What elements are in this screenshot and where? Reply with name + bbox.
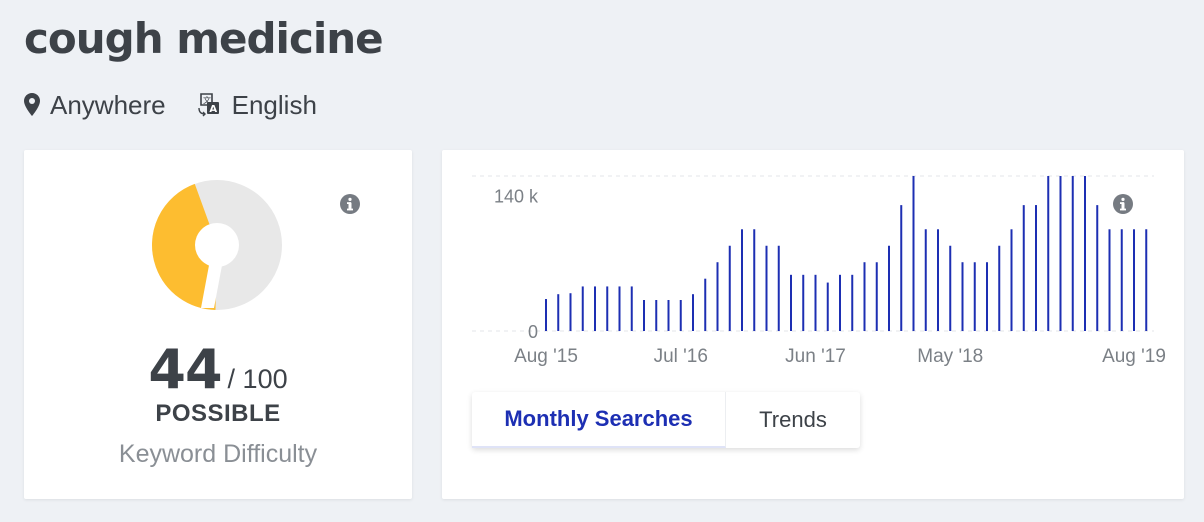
keyword-overview: cough medicine Anywhere 文 A English 44 /… (0, 0, 1204, 522)
x-tick-label: May '18 (917, 346, 983, 367)
translate-icon: 文 A (196, 92, 222, 118)
y-tick-label: 0 (528, 322, 538, 342)
svg-text:A: A (209, 104, 217, 115)
language-filter[interactable]: 文 A English (196, 90, 317, 121)
difficulty-score-max: / 100 (227, 364, 288, 394)
location-filter[interactable]: Anywhere (24, 90, 166, 121)
location-label: Anywhere (50, 89, 166, 120)
y-tick-label: 140 k (494, 186, 539, 206)
x-tick-label: Aug '15 (514, 346, 578, 367)
difficulty-donut (152, 180, 282, 310)
keyword-title: cough medicine (24, 14, 384, 63)
tab-monthly-searches[interactable]: Monthly Searches (472, 392, 726, 448)
x-tick-label: Aug '19 (1102, 346, 1166, 367)
keyword-meta: Anywhere 文 A English (24, 88, 317, 122)
difficulty-score: 44/ 100 (24, 338, 412, 401)
tab-trends[interactable]: Trends (726, 392, 860, 448)
search-volume-card: 140 k 0 Aug '15 Jul '16 Jun '17 May '18 Aug '1… (442, 150, 1184, 499)
x-tick-label: Jul '16 (654, 346, 708, 367)
monthly-searches-chart: 140 k 0 Aug '15 Jul '16 Jun '17 May '18 Aug '1… (472, 175, 1166, 367)
difficulty-rating: POSSIBLE (155, 400, 281, 427)
language-label: English (231, 89, 317, 120)
difficulty-caption: Keyword Difficulty (118, 440, 318, 468)
volume-info-icon[interactable] (1113, 194, 1133, 214)
difficulty-score-value: 44 (148, 338, 222, 401)
difficulty-info-icon[interactable] (340, 194, 360, 214)
volume-tabs: Monthly Searches Trends (472, 392, 860, 448)
location-pin-icon (24, 93, 40, 117)
keyword-difficulty-card: 44/ 100 POSSIBLE Keyword Difficulty (24, 150, 412, 499)
x-tick-label: Jun '17 (785, 346, 846, 367)
